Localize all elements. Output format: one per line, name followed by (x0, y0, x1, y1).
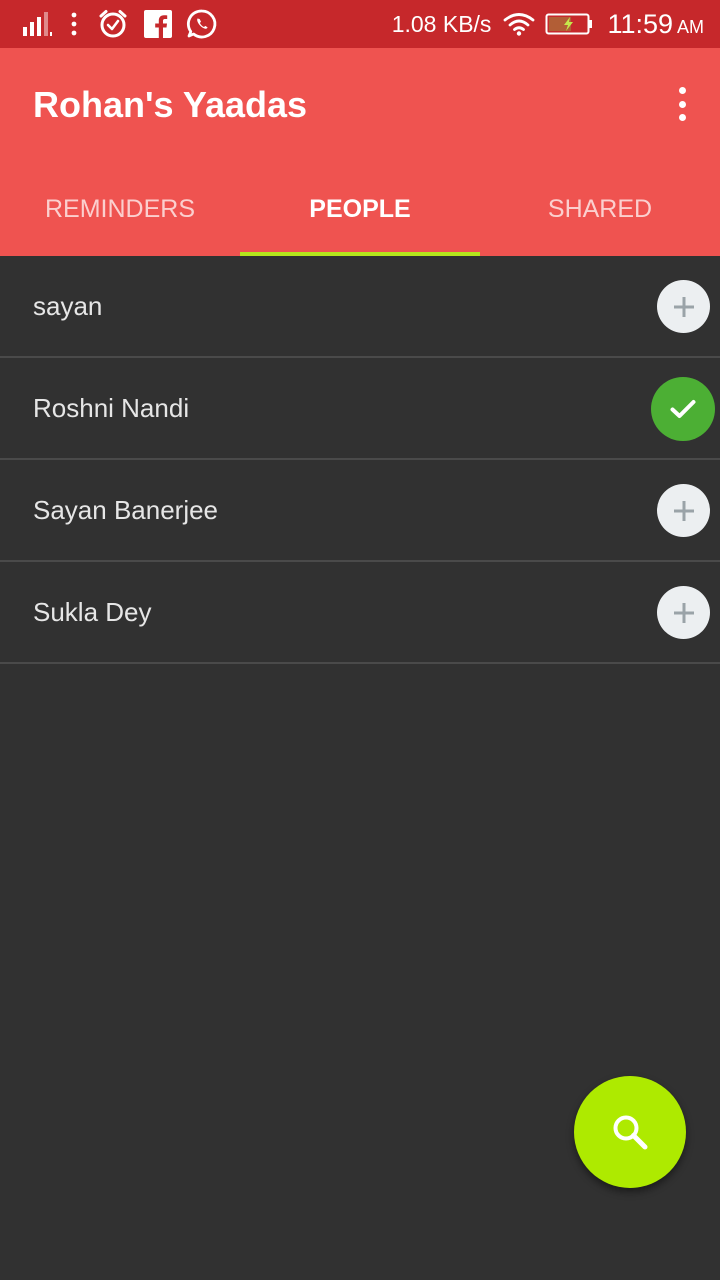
list-item[interactable]: sayan (0, 256, 720, 358)
list-item[interactable]: Sayan Banerjee (0, 460, 720, 562)
add-person-button[interactable] (657, 586, 710, 639)
signal-icon (22, 11, 54, 37)
battery-charging-icon (545, 12, 593, 36)
app-title: Rohan's Yaadas (33, 84, 308, 125)
add-person-button[interactable] (657, 484, 710, 537)
more-vert-icon-dot (678, 87, 686, 94)
status-bar: 1.08 KB/s 11:59 AM (0, 0, 720, 48)
whatsapp-icon (186, 8, 218, 40)
net-speed: 1.08 KB/s (391, 10, 492, 37)
tab-bar: REMINDERS PEOPLE SHARED (0, 162, 720, 256)
clock: 11:59 AM (607, 9, 704, 40)
status-bar-left (22, 8, 218, 40)
facebook-icon (144, 10, 172, 38)
overflow-menu-button[interactable] (672, 84, 692, 124)
more-vert-icon (70, 11, 78, 37)
tab-reminders[interactable]: REMINDERS (0, 162, 240, 256)
list-item[interactable]: Sukla Dey (0, 562, 720, 664)
add-icon (673, 500, 694, 521)
person-name: Sukla Dey (33, 597, 152, 627)
people-list: sayan Roshni Nandi Sayan Banerjee Sukla … (0, 256, 720, 664)
more-vert-icon-dot (678, 114, 686, 121)
person-name: Sayan Banerjee (33, 495, 219, 525)
search-icon (613, 1115, 648, 1150)
person-name: Roshni Nandi (33, 393, 190, 423)
search-fab-button[interactable] (574, 1076, 686, 1188)
check-icon (670, 400, 696, 418)
person-name: sayan (33, 291, 103, 321)
app-bar: Rohan's Yaadas REMINDERS PEOPLE SHARED (0, 48, 720, 256)
alarm-icon (98, 9, 128, 39)
add-person-button[interactable] (657, 280, 710, 333)
status-bar-right: 1.08 KB/s 11:59 AM (392, 0, 704, 48)
tab-shared[interactable]: SHARED (480, 162, 720, 256)
clock-time: 11:59 (607, 8, 673, 39)
add-icon (673, 296, 694, 317)
list-item[interactable]: Roshni Nandi (0, 358, 720, 460)
selected-person-button[interactable] (651, 377, 715, 441)
more-vert-icon-dot (678, 100, 686, 108)
tab-people[interactable]: PEOPLE (240, 162, 480, 256)
add-icon (673, 602, 694, 623)
clock-ampm: AM (677, 16, 704, 37)
wifi-icon (503, 12, 535, 36)
